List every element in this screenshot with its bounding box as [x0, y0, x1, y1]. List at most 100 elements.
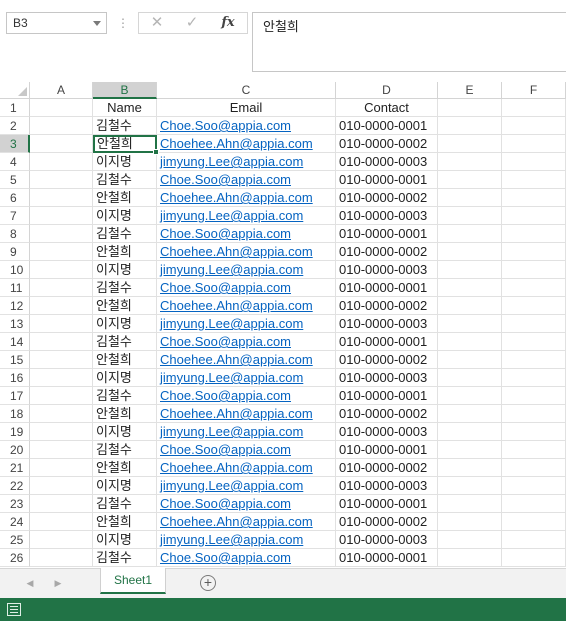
- name-box[interactable]: B3: [6, 12, 107, 34]
- email-link-cell[interactable]: Choehee.Ahn@appia.com: [157, 297, 336, 315]
- email-link-cell[interactable]: jimyung.Lee@appia.com: [157, 261, 336, 279]
- row-header[interactable]: 9: [0, 243, 30, 261]
- cell-empty[interactable]: [438, 513, 502, 531]
- column-header-c[interactable]: C: [157, 82, 336, 99]
- column-title-email[interactable]: Email: [157, 99, 336, 117]
- name-cell[interactable]: 이지명: [93, 207, 157, 225]
- cell-empty[interactable]: [438, 531, 502, 549]
- name-cell[interactable]: 이지명: [93, 261, 157, 279]
- row-header[interactable]: 13: [0, 315, 30, 333]
- contact-cell[interactable]: 010-0000-0001: [336, 279, 438, 297]
- name-cell[interactable]: 이지명: [93, 153, 157, 171]
- cell-empty[interactable]: [30, 297, 93, 315]
- cell-empty[interactable]: [30, 171, 93, 189]
- cell-empty[interactable]: [30, 261, 93, 279]
- email-link-cell[interactable]: Choehee.Ahn@appia.com: [157, 405, 336, 423]
- cell-empty[interactable]: [438, 477, 502, 495]
- cell-empty[interactable]: [502, 351, 566, 369]
- column-header-d[interactable]: D: [336, 82, 438, 99]
- name-cell[interactable]: 안철희: [93, 405, 157, 423]
- cell-empty[interactable]: [30, 225, 93, 243]
- contact-cell[interactable]: 010-0000-0002: [336, 243, 438, 261]
- cell-empty[interactable]: [30, 531, 93, 549]
- contact-cell[interactable]: 010-0000-0001: [336, 495, 438, 513]
- spreadsheet-grid[interactable]: A B C D E F 1 Name Email Contact 2 김철수 Choe.Soo@appi…: [0, 82, 566, 568]
- contact-cell[interactable]: 010-0000-0003: [336, 315, 438, 333]
- cell-empty[interactable]: [30, 315, 93, 333]
- row-header[interactable]: 1: [0, 99, 30, 117]
- row-header[interactable]: 20: [0, 441, 30, 459]
- cell-empty[interactable]: [30, 441, 93, 459]
- row-header[interactable]: 14: [0, 333, 30, 351]
- cell-empty[interactable]: [30, 99, 93, 117]
- cell-empty[interactable]: [438, 441, 502, 459]
- cell-empty[interactable]: [30, 369, 93, 387]
- cell-empty[interactable]: [502, 513, 566, 531]
- cell-empty[interactable]: [438, 495, 502, 513]
- email-link-cell[interactable]: Choe.Soo@appia.com: [157, 225, 336, 243]
- cell-empty[interactable]: [438, 207, 502, 225]
- cell-empty[interactable]: [502, 387, 566, 405]
- row-header[interactable]: 10: [0, 261, 30, 279]
- email-link-cell[interactable]: Choe.Soo@appia.com: [157, 333, 336, 351]
- name-cell[interactable]: 안철희: [93, 459, 157, 477]
- cell-empty[interactable]: [30, 423, 93, 441]
- email-link-cell[interactable]: Choe.Soo@appia.com: [157, 279, 336, 297]
- cell-empty[interactable]: [502, 225, 566, 243]
- email-link-cell[interactable]: jimyung.Lee@appia.com: [157, 369, 336, 387]
- cell-empty[interactable]: [438, 369, 502, 387]
- cell-empty[interactable]: [502, 279, 566, 297]
- contact-cell[interactable]: 010-0000-0003: [336, 207, 438, 225]
- cell-empty[interactable]: [438, 459, 502, 477]
- cell-empty[interactable]: [502, 495, 566, 513]
- row-header[interactable]: 22: [0, 477, 30, 495]
- cell-empty[interactable]: [502, 531, 566, 549]
- email-link-cell[interactable]: Choe.Soo@appia.com: [157, 387, 336, 405]
- row-header[interactable]: 25: [0, 531, 30, 549]
- row-header[interactable]: 12: [0, 297, 30, 315]
- row-header[interactable]: 24: [0, 513, 30, 531]
- cell-empty[interactable]: [438, 153, 502, 171]
- column-header-e[interactable]: E: [438, 82, 502, 99]
- cell-empty[interactable]: [30, 549, 93, 567]
- row-header[interactable]: 6: [0, 189, 30, 207]
- cell-empty[interactable]: [30, 387, 93, 405]
- sheet-tab-sheet1[interactable]: Sheet1: [100, 568, 166, 594]
- contact-cell[interactable]: 010-0000-0002: [336, 189, 438, 207]
- name-cell[interactable]: 김철수: [93, 117, 157, 135]
- cell-empty[interactable]: [502, 459, 566, 477]
- row-header[interactable]: 19: [0, 423, 30, 441]
- cell-empty[interactable]: [502, 189, 566, 207]
- cell-empty[interactable]: [502, 441, 566, 459]
- cell-empty[interactable]: [30, 333, 93, 351]
- name-cell[interactable]: 이지명: [93, 531, 157, 549]
- row-header[interactable]: 16: [0, 369, 30, 387]
- cancel-icon[interactable]: ✕: [142, 14, 172, 32]
- row-header[interactable]: 23: [0, 495, 30, 513]
- name-cell[interactable]: 김철수: [93, 387, 157, 405]
- cell-empty[interactable]: [438, 225, 502, 243]
- contact-cell[interactable]: 010-0000-0002: [336, 513, 438, 531]
- name-cell[interactable]: 김철수: [93, 549, 157, 567]
- name-cell[interactable]: 이지명: [93, 315, 157, 333]
- name-cell[interactable]: 안철희: [93, 351, 157, 369]
- contact-cell[interactable]: 010-0000-0001: [336, 441, 438, 459]
- email-link-cell[interactable]: Choehee.Ahn@appia.com: [157, 135, 336, 153]
- add-sheet-icon[interactable]: +: [200, 575, 216, 591]
- contact-cell[interactable]: 010-0000-0001: [336, 387, 438, 405]
- row-header[interactable]: 2: [0, 117, 30, 135]
- name-cell[interactable]: 김철수: [93, 279, 157, 297]
- cell-empty[interactable]: [502, 261, 566, 279]
- cell-empty[interactable]: [438, 117, 502, 135]
- email-link-cell[interactable]: Choe.Soo@appia.com: [157, 549, 336, 567]
- row-header[interactable]: 18: [0, 405, 30, 423]
- contact-cell[interactable]: 010-0000-0003: [336, 369, 438, 387]
- cell-empty[interactable]: [502, 315, 566, 333]
- email-link-cell[interactable]: Choe.Soo@appia.com: [157, 441, 336, 459]
- name-cell[interactable]: 김철수: [93, 225, 157, 243]
- email-link-cell[interactable]: Choehee.Ahn@appia.com: [157, 459, 336, 477]
- cell-empty[interactable]: [438, 171, 502, 189]
- name-cell[interactable]: 안철희: [93, 297, 157, 315]
- email-link-cell[interactable]: jimyung.Lee@appia.com: [157, 153, 336, 171]
- email-link-cell[interactable]: Choehee.Ahn@appia.com: [157, 351, 336, 369]
